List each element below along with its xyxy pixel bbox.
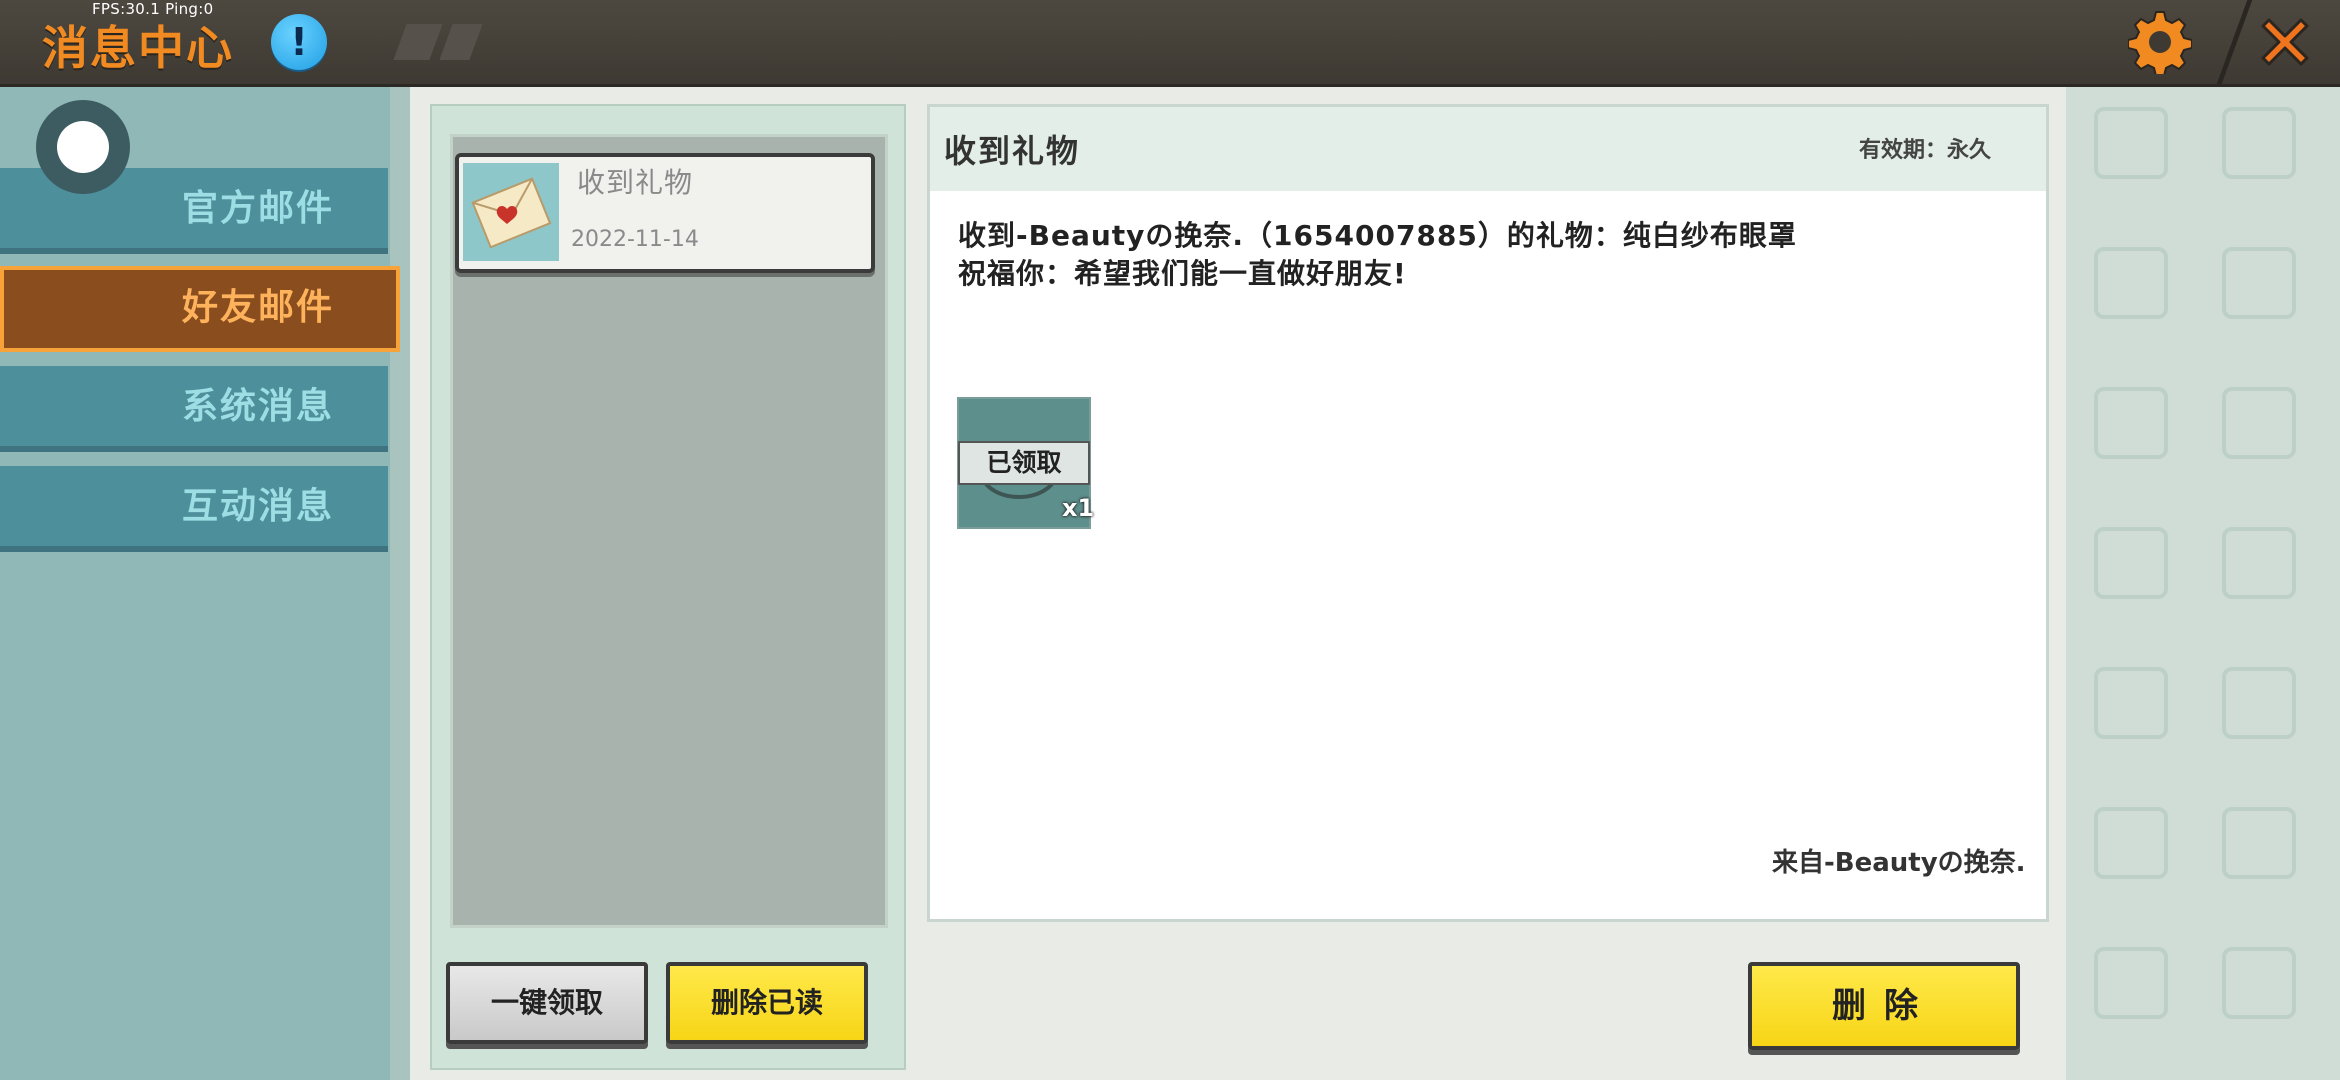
delete-button[interactable]: 删除 <box>1748 962 2020 1050</box>
delete-read-button[interactable]: 删除已读 <box>666 962 868 1044</box>
top-bar: FPS:30.1 Ping:0 消息中心 ! <box>0 0 2340 87</box>
pattern-icon <box>2222 247 2296 319</box>
close-icon[interactable] <box>2255 12 2315 72</box>
pattern-icon <box>2222 807 2296 879</box>
claim-all-button[interactable]: 一键领取 <box>446 962 648 1044</box>
pattern-icon <box>2222 387 2296 459</box>
sender-label: 来自-Beautyの挽奈. <box>1772 848 2026 878</box>
pattern-icon <box>2094 667 2168 739</box>
pattern-icon <box>2094 947 2168 1019</box>
mail-item-date: 2022-11-14 <box>571 227 699 252</box>
pattern-icon <box>2222 667 2296 739</box>
mail-body-line: 祝福你：希望我们能一直做好朋友! <box>958 257 1407 290</box>
decor-stripe <box>439 24 483 60</box>
mail-item-title: 收到礼物 <box>577 166 694 199</box>
pattern-icon <box>2094 387 2168 459</box>
page-title: 消息中心 <box>42 21 234 75</box>
detail-title: 收到礼物 <box>944 132 1081 170</box>
background-pattern <box>2066 87 2340 1080</box>
pattern-icon <box>2094 527 2168 599</box>
toolbar-divider <box>2216 0 2253 84</box>
envelope-icon <box>463 163 559 261</box>
pattern-icon <box>2222 947 2296 1019</box>
tab-interaction-messages[interactable]: 互动消息 <box>0 466 388 552</box>
info-icon[interactable]: ! <box>271 14 327 70</box>
claimed-badge: 已领取 <box>958 441 1090 485</box>
pattern-icon <box>2094 807 2168 879</box>
list-item[interactable]: 收到礼物 2022-11-14 <box>455 153 875 273</box>
tab-friend-mail[interactable]: 好友邮件 <box>0 266 400 352</box>
sidebar-gutter <box>390 87 410 1080</box>
pattern-icon <box>2094 107 2168 179</box>
pattern-icon <box>2222 527 2296 599</box>
pattern-icon <box>2222 107 2296 179</box>
validity-label: 有效期：永久 <box>1859 138 1992 163</box>
gear-icon[interactable] <box>2128 10 2192 74</box>
pattern-icon <box>2094 247 2168 319</box>
decor-stripe <box>393 24 443 60</box>
gift-count: x1 <box>1062 494 1095 522</box>
tab-system-messages[interactable]: 系统消息 <box>0 366 388 452</box>
avatar[interactable] <box>36 100 130 194</box>
mail-body-line: 收到-Beautyの挽奈.（1654007885）的礼物：纯白纱布眼罩 <box>958 219 1797 252</box>
